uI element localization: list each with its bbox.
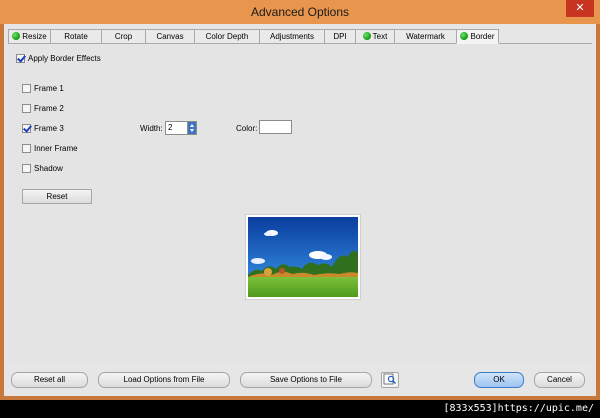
tab-watermark[interactable]: Watermark	[394, 29, 457, 43]
tab-label: Text	[372, 32, 388, 41]
tab-label: Watermark	[406, 32, 445, 41]
tab-adjustments[interactable]: Adjustments	[259, 29, 325, 43]
color-swatch[interactable]	[259, 120, 292, 134]
apply-border-checkbox[interactable]: Apply Border Effects	[16, 54, 101, 63]
tab-bar: Resize Rotate Crop Canvas Color Depth Ad…	[8, 29, 499, 44]
tab-text[interactable]: Text	[355, 29, 395, 43]
tab-label: Color Depth	[205, 32, 249, 41]
tab-dpi[interactable]: DPI	[324, 29, 356, 43]
checkbox-box[interactable]	[22, 144, 31, 153]
tab-border[interactable]: Border	[456, 29, 499, 44]
checkbox-label: Frame 1	[34, 84, 64, 93]
title-bar: Advanced Options ✕	[0, 0, 600, 24]
spin-down-icon[interactable]	[190, 129, 194, 132]
cancel-button[interactable]: Cancel	[534, 372, 585, 388]
tab-label: Resize	[22, 32, 47, 41]
tab-crop[interactable]: Crop	[101, 29, 146, 43]
frame-1-checkbox[interactable]: Frame 1	[22, 84, 64, 93]
tab-label: Canvas	[156, 32, 184, 41]
width-value: 2	[168, 123, 173, 132]
preview-image-frame	[245, 214, 361, 300]
checkbox-box[interactable]	[22, 124, 31, 133]
watermark-bar: [833x553]https://upic.me/	[0, 400, 600, 418]
spin-up-icon[interactable]	[190, 124, 194, 127]
tab-rotate[interactable]: Rotate	[50, 29, 102, 43]
checkbox-label: Frame 3	[34, 124, 64, 133]
frame-2-checkbox[interactable]: Frame 2	[22, 104, 64, 113]
preview-button[interactable]	[381, 372, 399, 388]
checkbox-box[interactable]	[22, 104, 31, 113]
tab-label: DPI	[333, 32, 347, 41]
inner-frame-checkbox[interactable]: Inner Frame	[22, 144, 78, 153]
load-options-button[interactable]: Load Options from File	[98, 372, 230, 388]
tab-resize[interactable]: Resize	[8, 29, 51, 43]
reset-button[interactable]: Reset	[22, 189, 92, 204]
color-label: Color:	[236, 124, 258, 133]
tab-label: Crop	[114, 32, 133, 41]
tab-label: Rotate	[64, 32, 88, 41]
reset-all-button[interactable]: Reset all	[11, 372, 88, 388]
checkbox-box[interactable]	[22, 84, 31, 93]
tab-label: Border	[470, 32, 495, 41]
checkbox-box[interactable]	[16, 54, 25, 63]
status-dot-icon	[362, 32, 371, 40]
checkbox-label: Shadow	[34, 164, 63, 173]
landscape-preview-image	[248, 217, 358, 297]
status-dot-icon	[460, 32, 469, 40]
border-panel: Apply Border Effects Frame 1 Frame 2 Fra…	[8, 43, 592, 363]
spinner-arrows-icon[interactable]	[187, 122, 196, 134]
checkbox-label: Frame 2	[34, 104, 64, 113]
checkbox-label: Inner Frame	[34, 144, 78, 153]
advanced-options-window: Advanced Options ✕ Resize Rotate Crop Ca…	[0, 0, 600, 400]
ok-button[interactable]: OK	[474, 372, 524, 388]
dialog-client-area: Resize Rotate Crop Canvas Color Depth Ad…	[4, 24, 596, 396]
tab-canvas[interactable]: Canvas	[145, 29, 195, 43]
magnifier-icon	[383, 373, 396, 385]
watermark-text: [833x553]https://upic.me/	[443, 403, 594, 414]
close-button[interactable]: ✕	[566, 0, 594, 17]
width-label: Width:	[140, 124, 163, 133]
frame-3-checkbox[interactable]: Frame 3	[22, 124, 64, 133]
window-title: Advanced Options	[250, 5, 350, 19]
tab-color-depth[interactable]: Color Depth	[194, 29, 260, 43]
checkbox-label: Apply Border Effects	[28, 54, 101, 63]
checkbox-box[interactable]	[22, 164, 31, 173]
save-options-button[interactable]: Save Options to File	[240, 372, 372, 388]
width-spinner[interactable]: 2	[165, 121, 197, 135]
shadow-checkbox[interactable]: Shadow	[22, 164, 63, 173]
tab-label: Adjustments	[269, 32, 315, 41]
status-dot-icon	[12, 32, 21, 40]
